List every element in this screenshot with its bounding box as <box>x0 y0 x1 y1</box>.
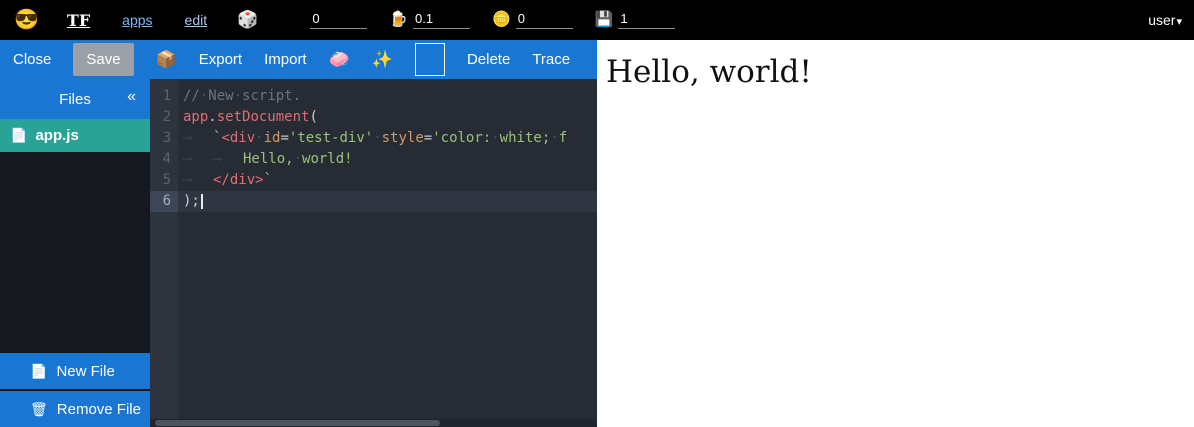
line-number: 2 <box>150 107 178 128</box>
counter-coin: 🪙 0 <box>492 11 573 29</box>
monitor-icon: 🖥 <box>286 11 305 29</box>
code-line[interactable]: //·New·script. <box>183 86 597 107</box>
close-button[interactable]: Close <box>13 51 51 68</box>
new-file-icon: 📄 <box>30 363 47 380</box>
main-area: Close Save 📦 Export Import 🧼 ✨ Delete Tr… <box>0 40 1194 427</box>
code-line[interactable]: ⟶⟶Hello,·world! <box>183 149 597 170</box>
editor-panel: Close Save 📦 Export Import 🧼 ✨ Delete Tr… <box>0 40 597 427</box>
files-header: Files « <box>0 79 150 119</box>
beer-counter-field[interactable]: 0.1 <box>413 11 470 29</box>
user-menu[interactable]: user▾ <box>1148 12 1182 28</box>
brand-link[interactable]: TF <box>67 11 90 30</box>
preview-pane: Hello, world! <box>597 40 1194 427</box>
import-button[interactable]: Import <box>264 51 307 68</box>
monitor-counter-field[interactable]: 0 <box>310 11 367 29</box>
beer-icon: 🍺 <box>389 11 408 29</box>
dice-icon-button[interactable]: 🎲 <box>237 10 258 30</box>
preview-text: Hello, world! <box>597 40 1194 90</box>
horizontal-scrollbar[interactable] <box>150 419 597 427</box>
package-icon-button[interactable]: 📦 <box>156 50 177 70</box>
line-number: 5 <box>150 170 178 191</box>
editor-gutter: 123456 <box>150 79 178 427</box>
line-number: 1 <box>150 86 178 107</box>
code-line[interactable]: ⟶`<div·id='test-div'·style='color:·white… <box>183 128 597 149</box>
editor-toolbar: Close Save 📦 Export Import 🧼 ✨ Delete Tr… <box>0 40 597 79</box>
smiley-logo-icon: 😎 <box>14 10 39 30</box>
collapse-sidebar-button[interactable]: « <box>127 88 136 106</box>
file-name: app.js <box>35 127 78 144</box>
floppy-counter-field[interactable]: 1 <box>618 11 675 29</box>
files-sidebar: Files « 📄 app.js 📄 New File 🗑 Remove <box>0 79 150 427</box>
line-number: 4 <box>150 149 178 170</box>
user-label: user <box>1148 12 1175 28</box>
line-number: 3 <box>150 128 178 149</box>
sidebar-spacer <box>0 152 150 353</box>
line-number: 6 <box>150 191 178 212</box>
nav-link-edit[interactable]: edit <box>185 12 208 28</box>
new-file-label: New File <box>56 363 114 380</box>
scrollbar-thumb[interactable] <box>155 420 440 426</box>
delete-button[interactable]: Delete <box>467 51 510 68</box>
trace-button[interactable]: Trace <box>532 51 570 68</box>
coin-counter-field[interactable]: 0 <box>516 11 573 29</box>
remove-file-label: Remove File <box>57 401 141 418</box>
floppy-icon: 💾 <box>595 11 614 29</box>
coin-icon: 🪙 <box>492 11 511 29</box>
sparkles-icon-button[interactable]: ✨ <box>372 50 393 70</box>
file-icon: 📄 <box>10 127 27 144</box>
topbar: 😎 TF apps edit 🎲 🖥 0 🍺 0.1 🪙 0 💾 1 user▾ <box>0 0 1194 40</box>
trash-icon: 🗑 <box>30 401 48 418</box>
code-area[interactable]: //·New·script.app.setDocument(⟶`<div·id=… <box>178 79 597 427</box>
code-line[interactable]: ); <box>178 191 597 212</box>
blank-button[interactable] <box>415 43 445 76</box>
caret-down-icon: ▾ <box>1176 16 1182 28</box>
files-header-label: Files <box>59 91 91 108</box>
file-item-appjs[interactable]: 📄 app.js <box>0 119 150 152</box>
text-cursor <box>201 194 203 209</box>
nav-link-apps[interactable]: apps <box>122 12 152 28</box>
counter-beer: 🍺 0.1 <box>389 11 470 29</box>
code-line[interactable]: ⟶</div>` <box>183 170 597 191</box>
save-button[interactable]: Save <box>73 43 133 76</box>
new-file-button[interactable]: 📄 New File <box>0 353 150 389</box>
soap-icon-button[interactable]: 🧼 <box>329 50 350 70</box>
code-editor[interactable]: 123456 //·New·script.app.setDocument(⟶`<… <box>150 79 597 427</box>
code-line[interactable]: app.setDocument( <box>183 107 597 128</box>
workspace: Files « 📄 app.js 📄 New File 🗑 Remove <box>0 79 597 427</box>
export-button[interactable]: Export <box>199 51 242 68</box>
counter-floppy: 💾 1 <box>595 11 676 29</box>
counter-monitor: 🖥 0 <box>286 11 367 29</box>
app-root: 😎 TF apps edit 🎲 🖥 0 🍺 0.1 🪙 0 💾 1 user▾ <box>0 0 1194 427</box>
remove-file-button[interactable]: 🗑 Remove File <box>0 391 150 427</box>
